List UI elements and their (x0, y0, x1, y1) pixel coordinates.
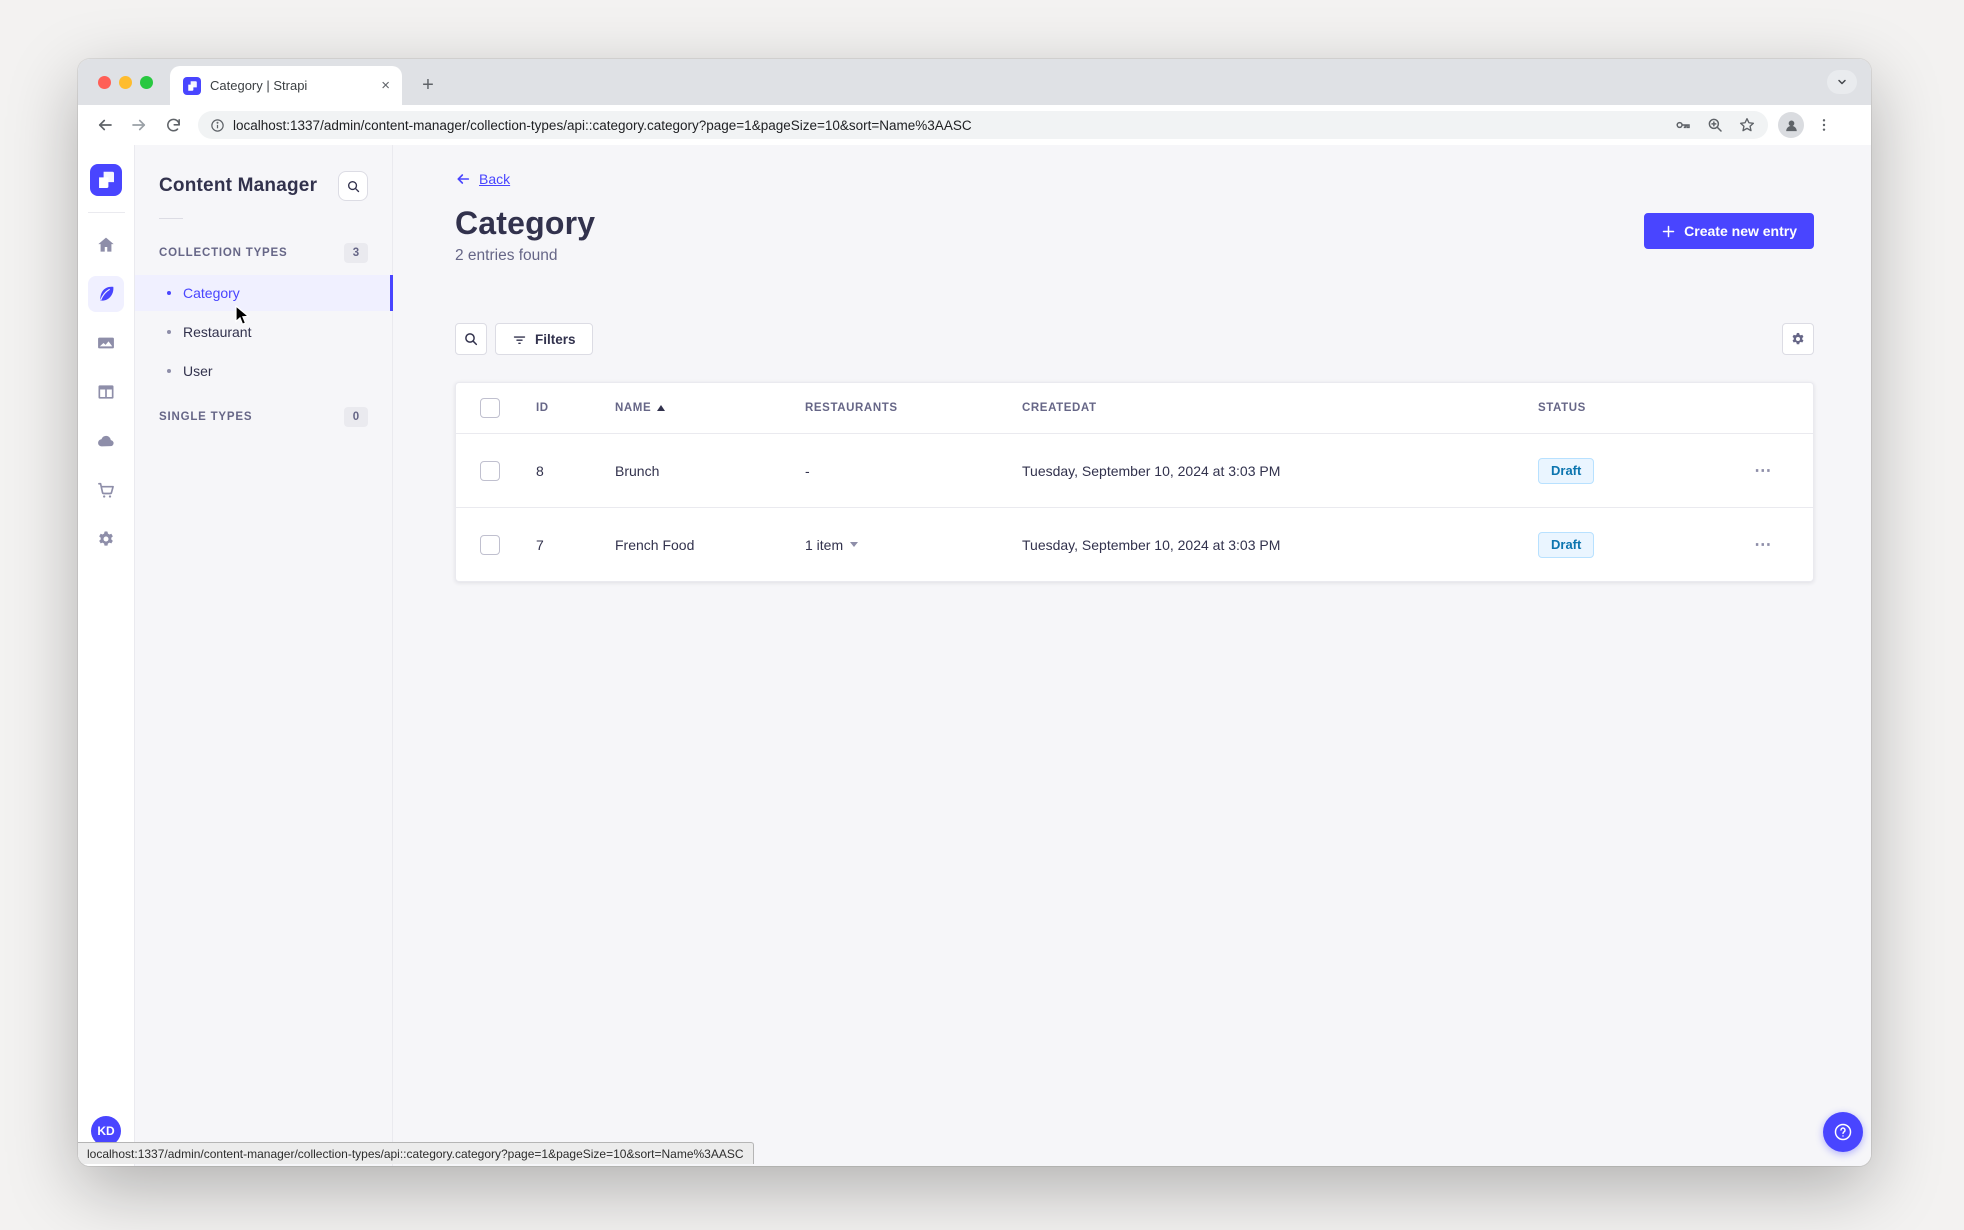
table-row[interactable]: 8 Brunch - Tuesday, September 10, 2024 a… (456, 433, 1813, 507)
single-types-count-badge: 0 (344, 407, 368, 427)
bookmark-star-icon[interactable] (1738, 116, 1756, 134)
bullet-icon (167, 291, 171, 295)
collection-types-label: COLLECTION TYPES (159, 247, 288, 259)
row-actions-menu-icon[interactable]: ⋯ (1754, 535, 1773, 555)
entries-count: 2 entries found (455, 247, 558, 264)
nav-item-marketplace-icon[interactable] (88, 472, 124, 508)
browser-tab-strip: Category | Strapi × + (78, 59, 1871, 105)
main-content: Back Category 2 entries found Create new… (393, 145, 1871, 1166)
browser-profile-icon[interactable] (1778, 112, 1804, 138)
nav-item-cloud-icon[interactable] (88, 423, 124, 459)
tab-search-chevron-icon[interactable] (1827, 70, 1857, 94)
subnav-title: Content Manager (159, 175, 318, 196)
row-actions-menu-icon[interactable]: ⋯ (1754, 461, 1773, 481)
reload-icon[interactable] (159, 111, 187, 139)
cell-restaurants[interactable]: 1 item (805, 537, 1022, 553)
chevron-down-icon (850, 542, 859, 547)
cell-name: Brunch (615, 462, 660, 479)
url-bar[interactable]: localhost:1337/admin/content-manager/col… (198, 111, 1768, 139)
row-checkbox[interactable] (480, 534, 500, 555)
arrow-left-icon (457, 174, 470, 184)
table-actions-row: Filters (455, 323, 1814, 355)
traffic-lights (98, 76, 153, 89)
cell-id: 7 (536, 536, 544, 553)
status-badge: Draft (1538, 531, 1595, 558)
single-types-label: SINGLE TYPES (159, 411, 253, 423)
create-new-entry-button[interactable]: Create new entry (1644, 213, 1814, 249)
sidebar-item-label: User (183, 363, 213, 379)
url-text[interactable]: localhost:1337/admin/content-manager/col… (233, 118, 1666, 133)
sidebar-item-category[interactable]: Category (135, 275, 393, 311)
zoom-icon[interactable] (1706, 116, 1724, 134)
browser-menu-icon[interactable] (1816, 117, 1832, 133)
back-label: Back (479, 171, 511, 187)
nav-divider (87, 212, 125, 213)
browser-window: Category | Strapi × + localhost:1337/adm… (78, 59, 1871, 1166)
subnav-divider (159, 218, 183, 219)
back-link[interactable]: Back (455, 171, 510, 187)
help-button[interactable] (1823, 1112, 1863, 1152)
main-nav: KD (78, 145, 135, 1166)
nav-item-media-library-icon[interactable] (88, 325, 124, 361)
maximize-window-button[interactable] (140, 76, 153, 89)
cell-createdat: Tuesday, September 10, 2024 at 3:03 PM (1022, 462, 1281, 479)
browser-tab[interactable]: Category | Strapi × (170, 66, 402, 105)
nav-item-settings-icon[interactable] (88, 521, 124, 557)
nav-item-content-manager-icon[interactable] (88, 276, 124, 312)
select-all-checkbox[interactable] (480, 398, 500, 418)
view-settings-button[interactable] (1782, 323, 1814, 355)
collection-types-section: COLLECTION TYPES 3 (135, 243, 392, 263)
close-window-button[interactable] (98, 76, 111, 89)
sidebar-item-restaurant[interactable]: Restaurant (135, 314, 392, 350)
cell-id: 8 (536, 462, 544, 479)
nav-item-home-icon[interactable] (88, 227, 124, 263)
cell-createdat: Tuesday, September 10, 2024 at 3:03 PM (1022, 536, 1281, 553)
password-key-icon[interactable] (1674, 116, 1692, 134)
back-icon[interactable] (91, 111, 119, 139)
tab-title: Category | Strapi (210, 78, 308, 93)
mouse-cursor (235, 305, 251, 325)
table-header-row: ID NAME RESTAURANTS CREATEDAT STATUS (456, 383, 1813, 433)
strapi-favicon (183, 76, 201, 95)
page-title: Category (455, 205, 596, 241)
search-icon (347, 180, 359, 192)
gear-icon (1792, 332, 1804, 345)
cell-name: French Food (615, 536, 695, 553)
status-badge: Draft (1538, 457, 1595, 484)
question-mark-icon (1834, 1123, 1852, 1141)
status-bar-url: localhost:1337/admin/content-manager/col… (78, 1142, 754, 1164)
bullet-icon (167, 330, 171, 334)
tab-close-icon[interactable]: × (379, 78, 392, 93)
table-search-button[interactable] (455, 323, 487, 355)
sidebar-item-user[interactable]: User (135, 353, 392, 389)
row-checkbox[interactable] (480, 460, 500, 481)
bullet-icon (167, 369, 171, 373)
search-icon (465, 333, 478, 346)
minimize-window-button[interactable] (119, 76, 132, 89)
entries-table: ID NAME RESTAURANTS CREATEDAT STATUS 8 B… (455, 382, 1814, 582)
plus-icon (1662, 225, 1675, 237)
column-header-restaurants[interactable]: RESTAURANTS (805, 402, 1022, 414)
strapi-logo[interactable] (90, 164, 122, 196)
content-manager-subnav: Content Manager COLLECTION TYPES 3 Categ… (135, 145, 393, 1166)
subnav-search-button[interactable] (338, 171, 368, 201)
new-tab-button[interactable]: + (414, 71, 442, 99)
nav-item-content-type-builder-icon[interactable] (88, 374, 124, 410)
strapi-admin: KD Content Manager COLLECTION TYPES 3 Ca… (78, 145, 1871, 1166)
column-header-status[interactable]: STATUS (1538, 402, 1738, 414)
column-header-name[interactable]: NAME (615, 402, 805, 414)
collection-types-count-badge: 3 (344, 243, 368, 263)
filter-icon (513, 335, 526, 344)
sidebar-item-label: Category (183, 285, 240, 301)
site-info-icon[interactable] (210, 118, 225, 133)
column-header-id[interactable]: ID (536, 402, 615, 414)
forward-icon[interactable] (125, 111, 153, 139)
single-types-section: SINGLE TYPES 0 (135, 407, 392, 427)
filters-button[interactable]: Filters (495, 323, 593, 355)
browser-toolbar: localhost:1337/admin/content-manager/col… (78, 105, 1871, 145)
table-row[interactable]: 7 French Food 1 item Tuesday, September … (456, 507, 1813, 581)
column-header-createdat[interactable]: CREATEDAT (1022, 402, 1538, 414)
sort-ascending-icon (657, 405, 666, 411)
cell-restaurants: - (805, 462, 810, 479)
